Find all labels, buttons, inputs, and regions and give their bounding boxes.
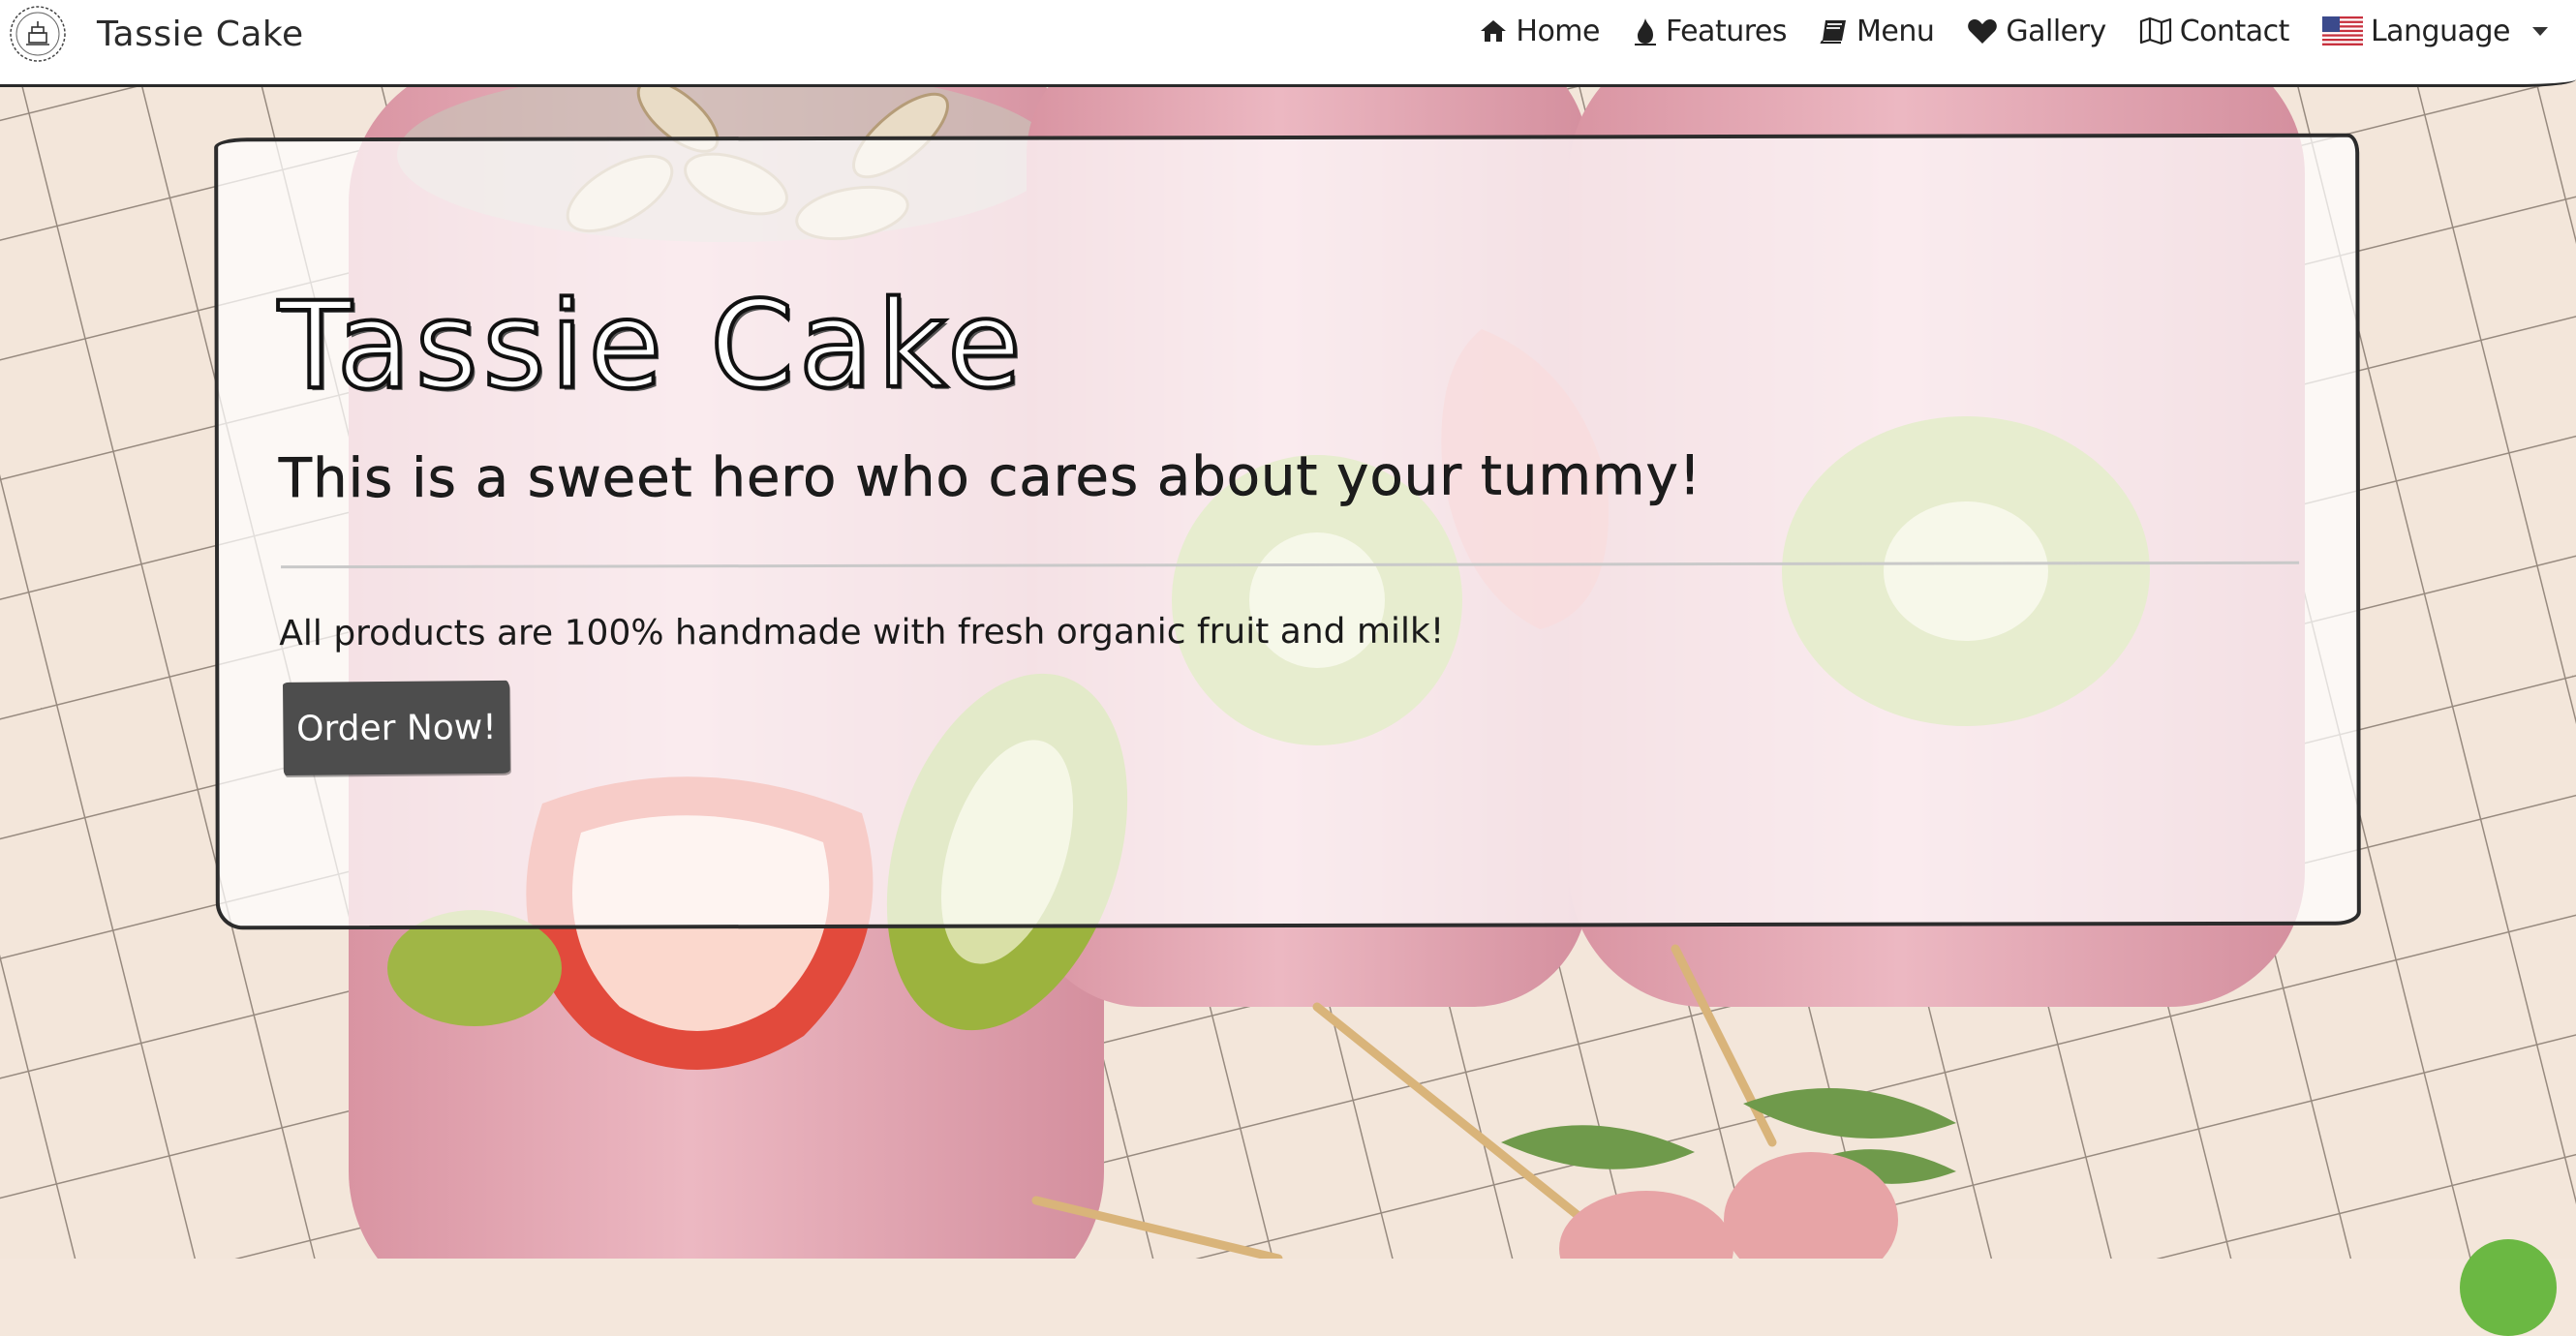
order-now-button[interactable]: Order Now! xyxy=(282,680,510,775)
fire-icon xyxy=(1634,18,1656,46)
nav-item-home[interactable]: Home xyxy=(1479,10,1600,52)
nav-item-menu[interactable]: Menu xyxy=(1820,10,1935,52)
hero-title: Tassie Cake xyxy=(276,274,1027,419)
hero-jumbotron: Tassie Cake This is a sweet hero who car… xyxy=(214,133,2361,930)
home-icon xyxy=(1481,20,1507,42)
nav-menu-label: Menu xyxy=(1855,14,1935,48)
us-flag-icon xyxy=(2321,16,2363,46)
main-nav: Home Features Menu Gallery Contact Langu… xyxy=(1479,10,2549,52)
brand[interactable]: Tassie Cake xyxy=(8,4,304,64)
hero-subtitle: This is a sweet hero who cares about you… xyxy=(278,444,1702,511)
book-icon xyxy=(1820,20,1846,44)
language-label: Language xyxy=(2370,14,2511,48)
cake-badge-icon xyxy=(10,6,66,62)
brand-name: Tassie Cake xyxy=(97,14,304,54)
nav-features-label: Features xyxy=(1665,14,1788,48)
chevron-down-icon xyxy=(2532,27,2548,36)
nav-gallery-label: Gallery xyxy=(2006,14,2106,48)
heart-icon xyxy=(1968,19,1998,44)
map-icon xyxy=(2139,16,2171,46)
top-navbar: Tassie Cake Home Features Menu Gallery C… xyxy=(0,0,2576,87)
nav-item-contact[interactable]: Contact xyxy=(2139,10,2289,52)
language-dropdown[interactable]: Language xyxy=(2321,10,2549,52)
hero-lead-text: All products are 100% handmade with fres… xyxy=(279,611,1445,654)
nav-home-label: Home xyxy=(1516,14,1600,48)
nav-item-gallery[interactable]: Gallery xyxy=(1967,10,2106,52)
hero-divider xyxy=(281,561,2300,569)
chat-widget-button[interactable] xyxy=(2460,1239,2557,1336)
nav-contact-label: Contact xyxy=(2179,14,2290,48)
nav-item-features[interactable]: Features xyxy=(1633,10,1787,52)
